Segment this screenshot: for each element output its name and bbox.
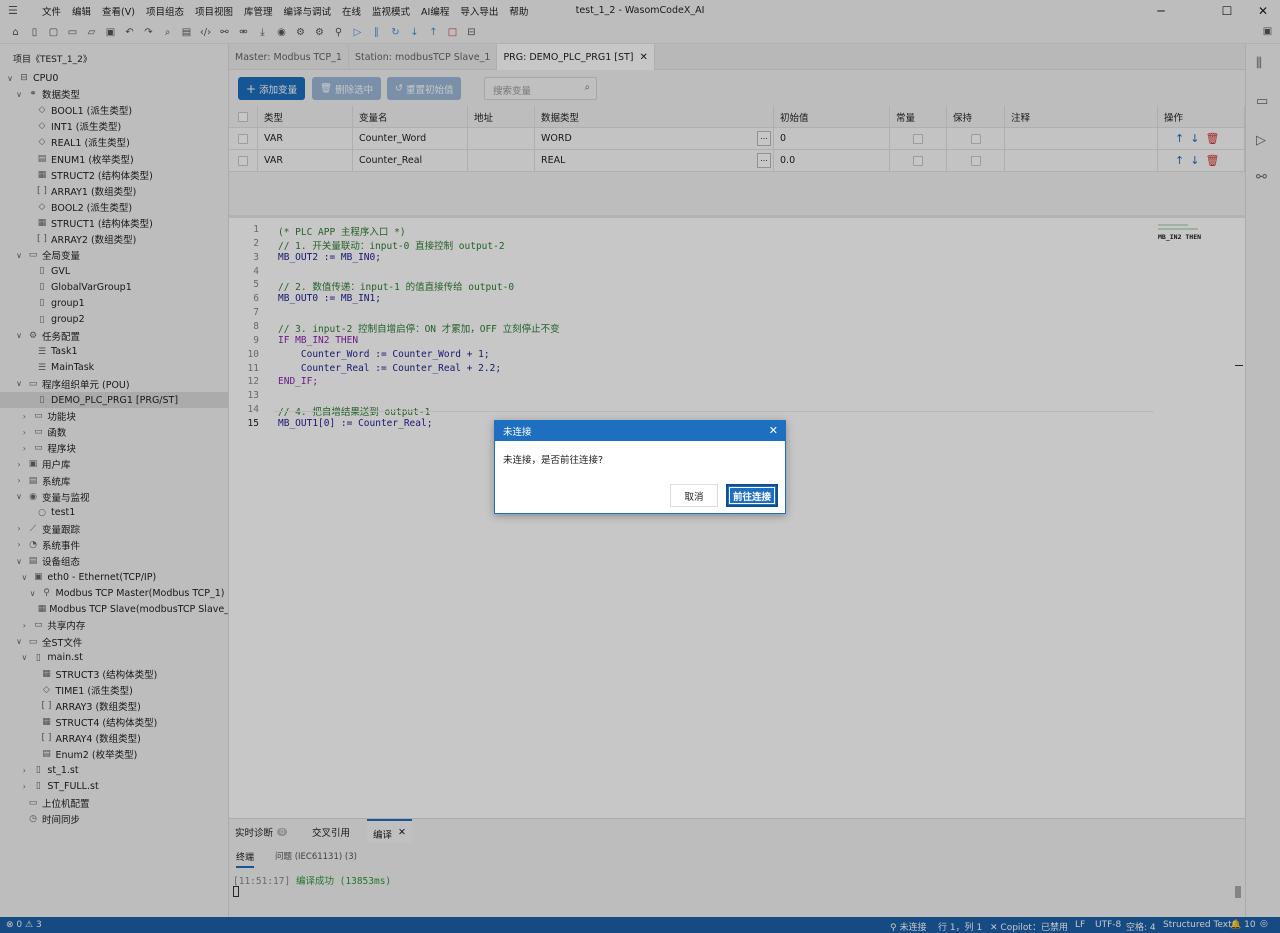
- dialog-message: 未连接，是否前往连接?: [503, 455, 604, 466]
- not-connected-dialog: 未连接 ✕ 未连接，是否前往连接? 取消 前往连接: [494, 420, 786, 514]
- cancel-button[interactable]: 取消: [670, 484, 718, 507]
- dialog-header: 未连接 ✕: [495, 421, 785, 441]
- go-connect-button[interactable]: 前往连接: [726, 484, 778, 507]
- dialog-close-icon[interactable]: ✕: [769, 424, 778, 437]
- dialog-title: 未连接: [503, 427, 532, 438]
